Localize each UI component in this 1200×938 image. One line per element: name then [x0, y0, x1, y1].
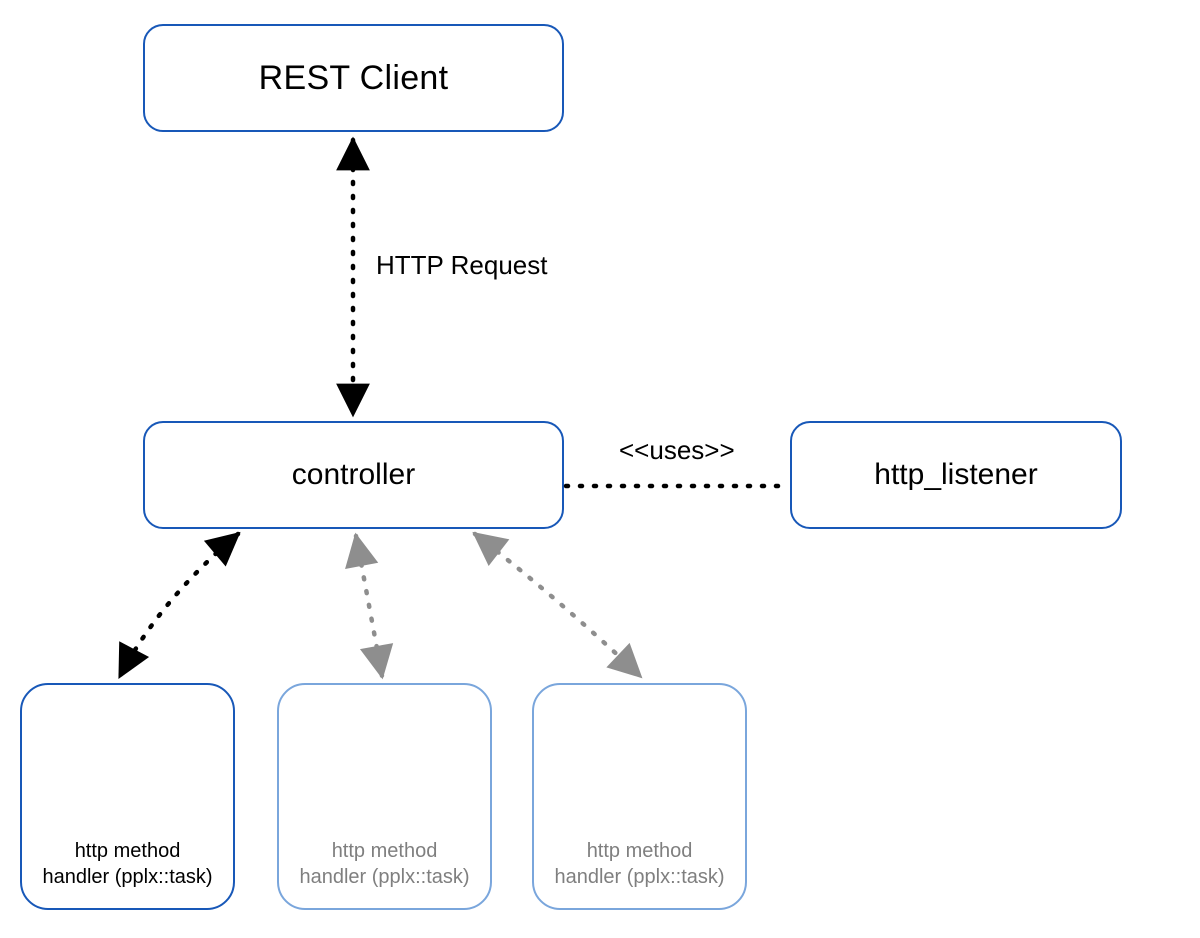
node-handler-1: http method handler (pplx::task)	[20, 683, 235, 910]
node-http-listener-label: http_listener	[874, 458, 1037, 492]
edge-label-uses: <<uses>>	[619, 435, 735, 466]
node-controller: controller	[143, 421, 564, 529]
node-handler-2: http method handler (pplx::task)	[277, 683, 492, 910]
node-handler-2-line1: http method	[279, 838, 490, 864]
node-handler-1-line2: handler (pplx::task)	[22, 864, 233, 890]
node-controller-label: controller	[292, 458, 415, 492]
node-rest-client: REST Client	[143, 24, 564, 132]
edge-controller-to-handler-3	[475, 534, 640, 676]
node-handler-3-line2: handler (pplx::task)	[534, 864, 745, 890]
node-http-listener: http_listener	[790, 421, 1122, 529]
node-handler-3-line1: http method	[534, 838, 745, 864]
node-rest-client-label: REST Client	[259, 59, 449, 98]
edge-label-http-request: HTTP Request	[376, 250, 547, 281]
node-handler-3: http method handler (pplx::task)	[532, 683, 747, 910]
node-handler-2-line2: handler (pplx::task)	[279, 864, 490, 890]
edge-controller-to-handler-2	[356, 536, 382, 676]
edge-controller-to-handler-1	[120, 534, 238, 676]
node-handler-1-line1: http method	[22, 838, 233, 864]
